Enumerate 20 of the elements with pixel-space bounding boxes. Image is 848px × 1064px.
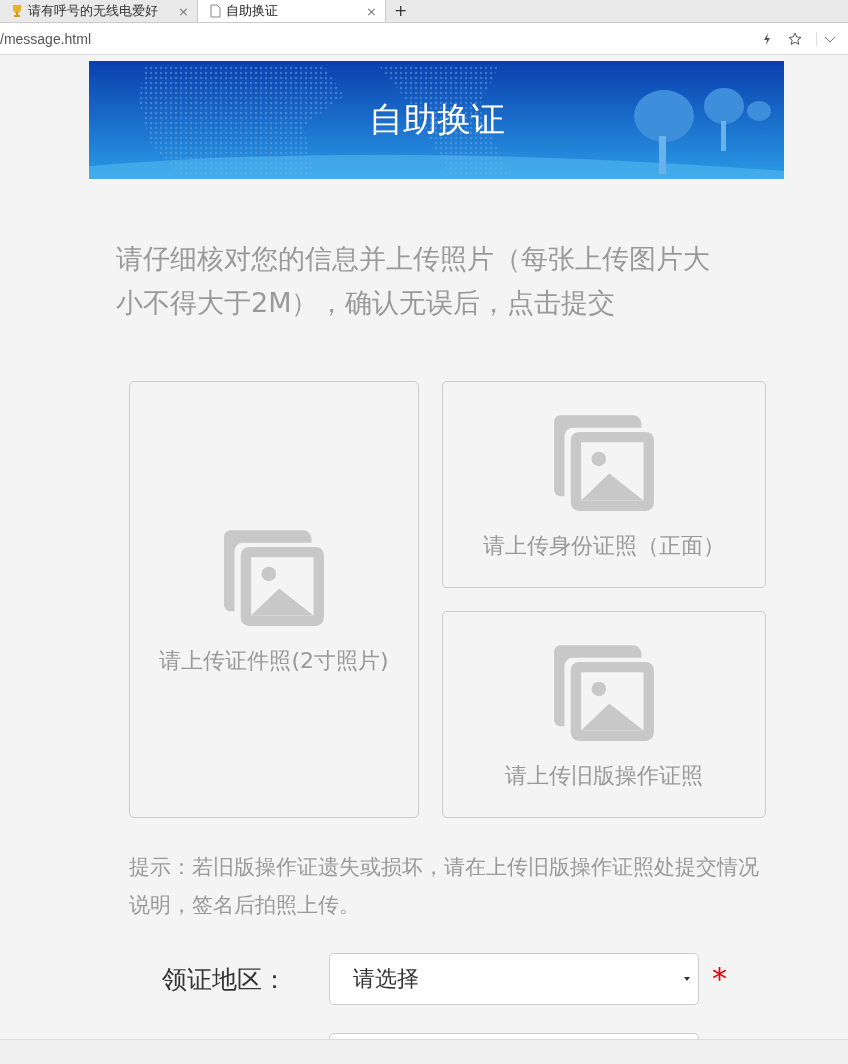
required-mark: * — [712, 964, 727, 994]
page-icon — [208, 4, 222, 18]
close-tab-button[interactable]: × — [366, 3, 377, 19]
tab-title: 自助换证 — [226, 2, 279, 20]
upload-label: 请上传证件照(2寸照片) — [159, 646, 389, 675]
caret-icon — [684, 977, 690, 981]
trophy-icon — [10, 4, 24, 18]
dropdown-icon[interactable] — [816, 31, 837, 46]
close-tab-button[interactable]: × — [178, 3, 189, 19]
field-label: 领证地区： — [162, 963, 288, 996]
region-select[interactable]: 请选择 — [329, 953, 699, 1005]
star-icon[interactable] — [788, 31, 802, 46]
upload-label: 请上传身份证照（正面） — [483, 531, 725, 560]
tab-title: 请有呼号的无线电爱好 — [28, 2, 159, 20]
hint-text: 提示：若旧版操作证遗失或损坏，请在上传旧版操作证照处提交情况说明，签名后拍照上传。 — [129, 854, 760, 919]
upload-label: 请上传旧版操作证照 — [505, 761, 703, 790]
instructions-text: 请仔细核对您的信息并上传照片（每张上传图片大小不得大于2M），确认无误后，点击提交 — [116, 242, 711, 320]
browser-tab[interactable]: 自助换证 × — [198, 0, 386, 22]
new-tab-button[interactable]: + — [386, 0, 416, 22]
page-title: 自助换证 — [368, 98, 505, 141]
